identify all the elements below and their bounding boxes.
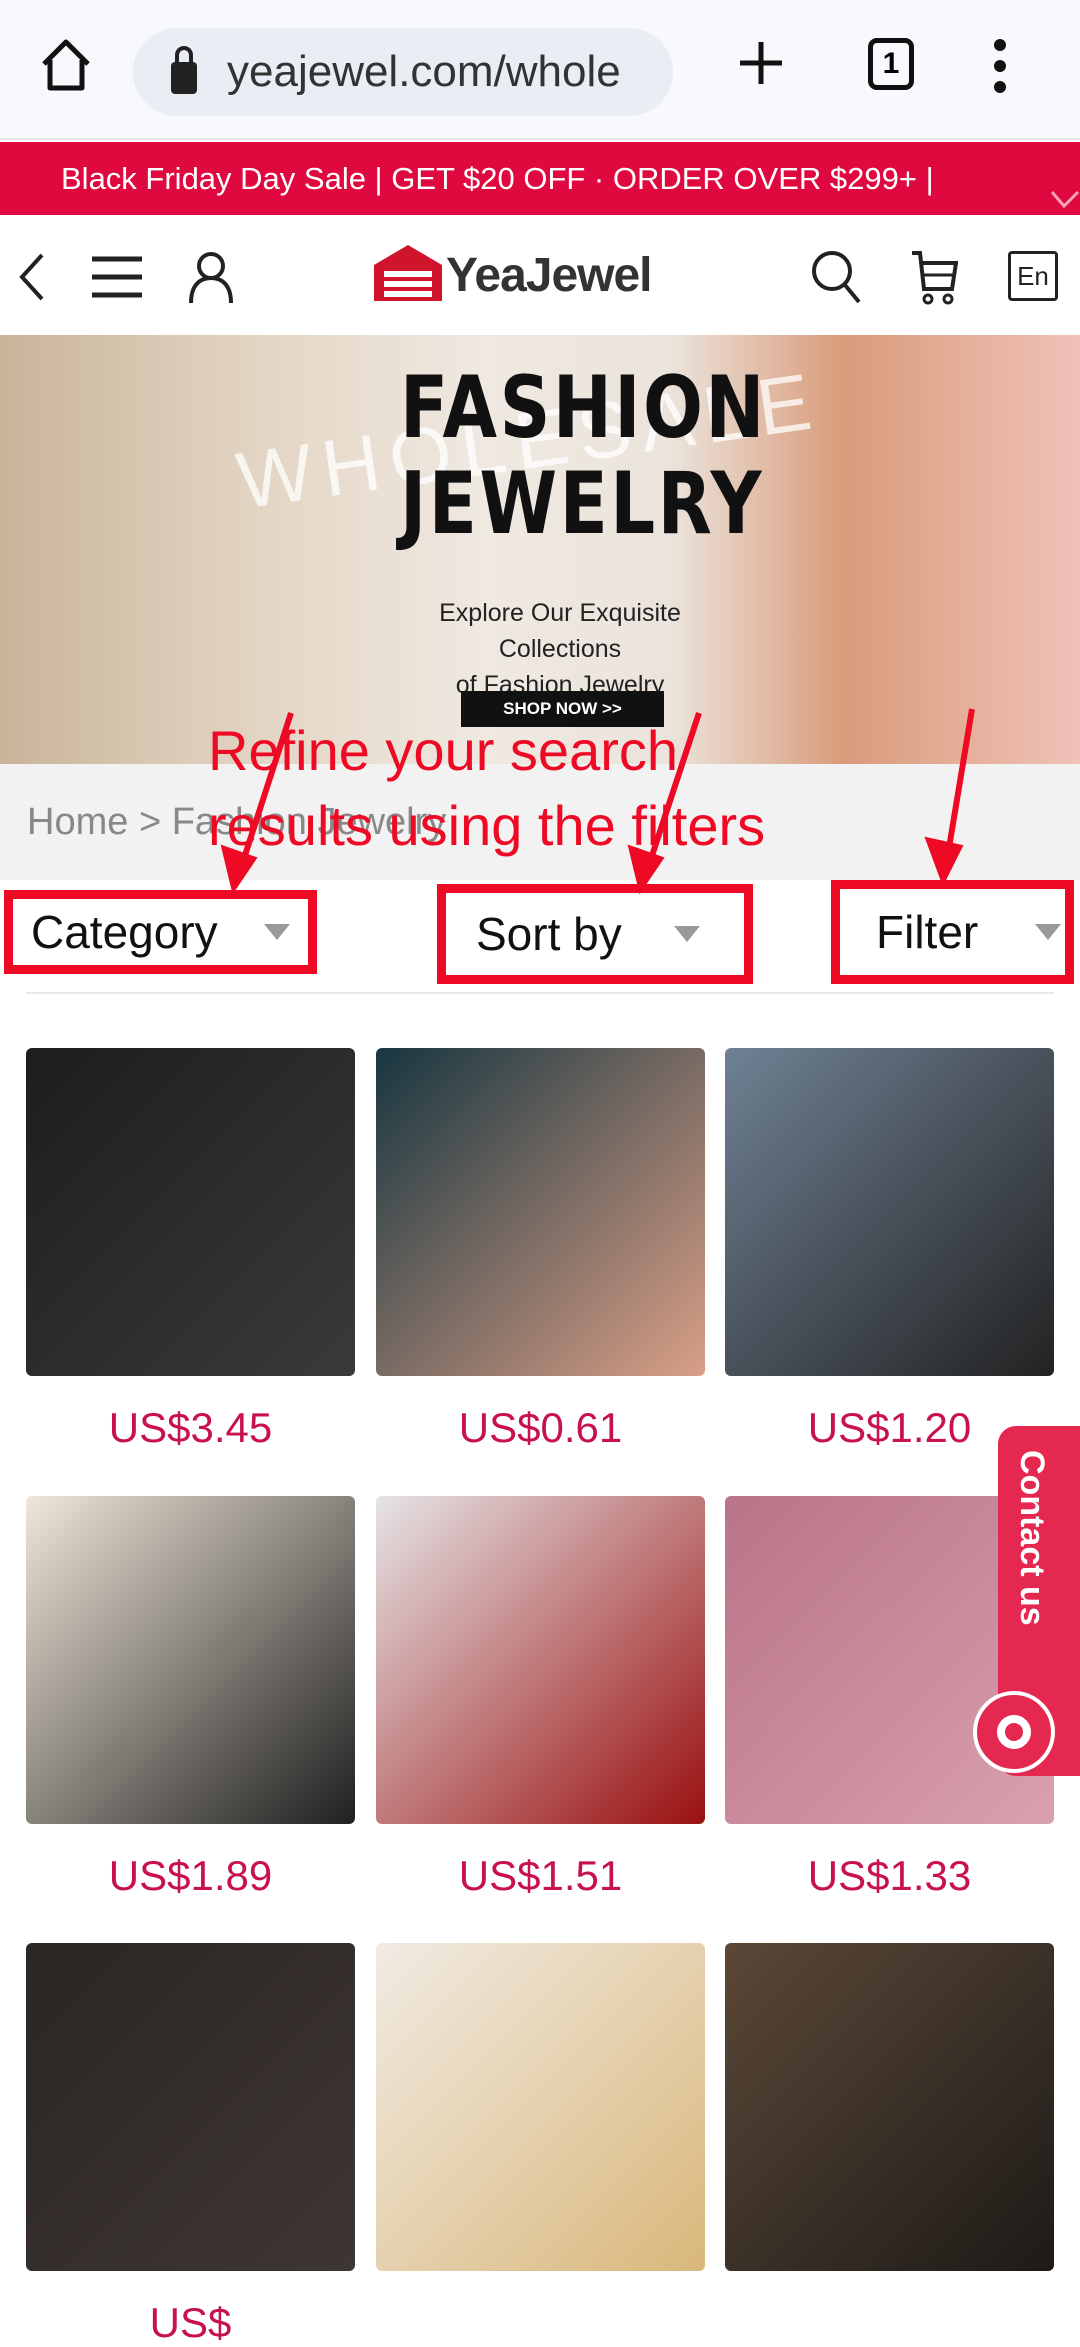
promo-text: Black Friday Day Sale | GET $20 OFF · OR… <box>61 160 934 196</box>
dropdown-arrow-icon <box>264 924 290 940</box>
dropdown-arrow-icon <box>674 926 700 942</box>
product-image[interactable] <box>725 1048 1054 1376</box>
logo-mark-icon <box>374 245 442 301</box>
site-logo[interactable]: YeaJewel <box>372 243 653 303</box>
category-label: Category <box>31 906 218 958</box>
tab-switcher-button[interactable]: 1 <box>868 38 914 90</box>
promo-banner[interactable]: Black Friday Day Sale | GET $20 OFF · OR… <box>0 142 1080 215</box>
product-image[interactable] <box>376 1943 705 2271</box>
product-price: US$ <box>149 2299 232 2346</box>
url-bar[interactable]: yeajewel.com/whole <box>133 28 673 116</box>
hero-banner[interactable]: WHOLESALE FASHION JEWELRY Explore Our Exq… <box>0 335 1080 764</box>
filter-dropdown[interactable]: Filter <box>831 880 1074 984</box>
breadcrumb-home[interactable]: Home <box>27 801 128 844</box>
cart-icon[interactable] <box>910 249 958 305</box>
back-icon[interactable] <box>16 252 46 302</box>
menu-icon[interactable] <box>92 255 142 299</box>
language-switch[interactable]: En <box>1008 251 1058 301</box>
new-tab-icon[interactable] <box>738 40 784 86</box>
contact-us-label: Contact us <box>1013 1450 1051 1626</box>
product-image[interactable] <box>725 1943 1054 2271</box>
product-image[interactable] <box>376 1496 705 1824</box>
annotation-text-line1: Refine your search <box>208 719 679 782</box>
breadcrumb-separator: > <box>138 800 162 843</box>
chat-icon[interactable] <box>973 1691 1055 1773</box>
category-dropdown[interactable]: Category <box>4 890 317 974</box>
product-price: US$1.51 <box>458 1852 623 1899</box>
divider <box>26 992 1054 994</box>
product-image[interactable] <box>26 1496 355 1824</box>
lock-icon <box>171 46 197 94</box>
more-menu-icon[interactable] <box>990 38 1010 94</box>
browser-toolbar: yeajewel.com/whole 1 <box>0 0 1080 140</box>
annotation-text-line2: results using the filters <box>208 794 766 857</box>
product-image[interactable] <box>376 1048 705 1376</box>
logo-text: YeaJewel <box>446 249 653 302</box>
chevron-down-icon[interactable] <box>1050 190 1080 210</box>
sort-label: Sort by <box>476 908 622 960</box>
search-icon[interactable] <box>810 249 862 305</box>
hero-title: FASHION JEWELRY <box>400 358 767 554</box>
site-header: YeaJewel En <box>0 215 1080 335</box>
filter-label: Filter <box>876 906 979 958</box>
product-image[interactable] <box>26 1048 355 1376</box>
product-price: US$0.61 <box>458 1404 623 1451</box>
home-icon[interactable] <box>40 38 92 92</box>
product-price: US$3.45 <box>108 1404 273 1451</box>
product-price: US$1.33 <box>807 1852 972 1899</box>
product-price: US$1.89 <box>108 1852 273 1899</box>
account-icon[interactable] <box>188 251 234 303</box>
hero-subtitle: Explore Our Exquisite Collections of Fash… <box>439 599 681 699</box>
dropdown-arrow-icon <box>1035 924 1061 940</box>
url-text: yeajewel.com/whole <box>227 47 621 96</box>
sort-by-dropdown[interactable]: Sort by <box>437 884 753 984</box>
product-image[interactable] <box>26 1943 355 2271</box>
